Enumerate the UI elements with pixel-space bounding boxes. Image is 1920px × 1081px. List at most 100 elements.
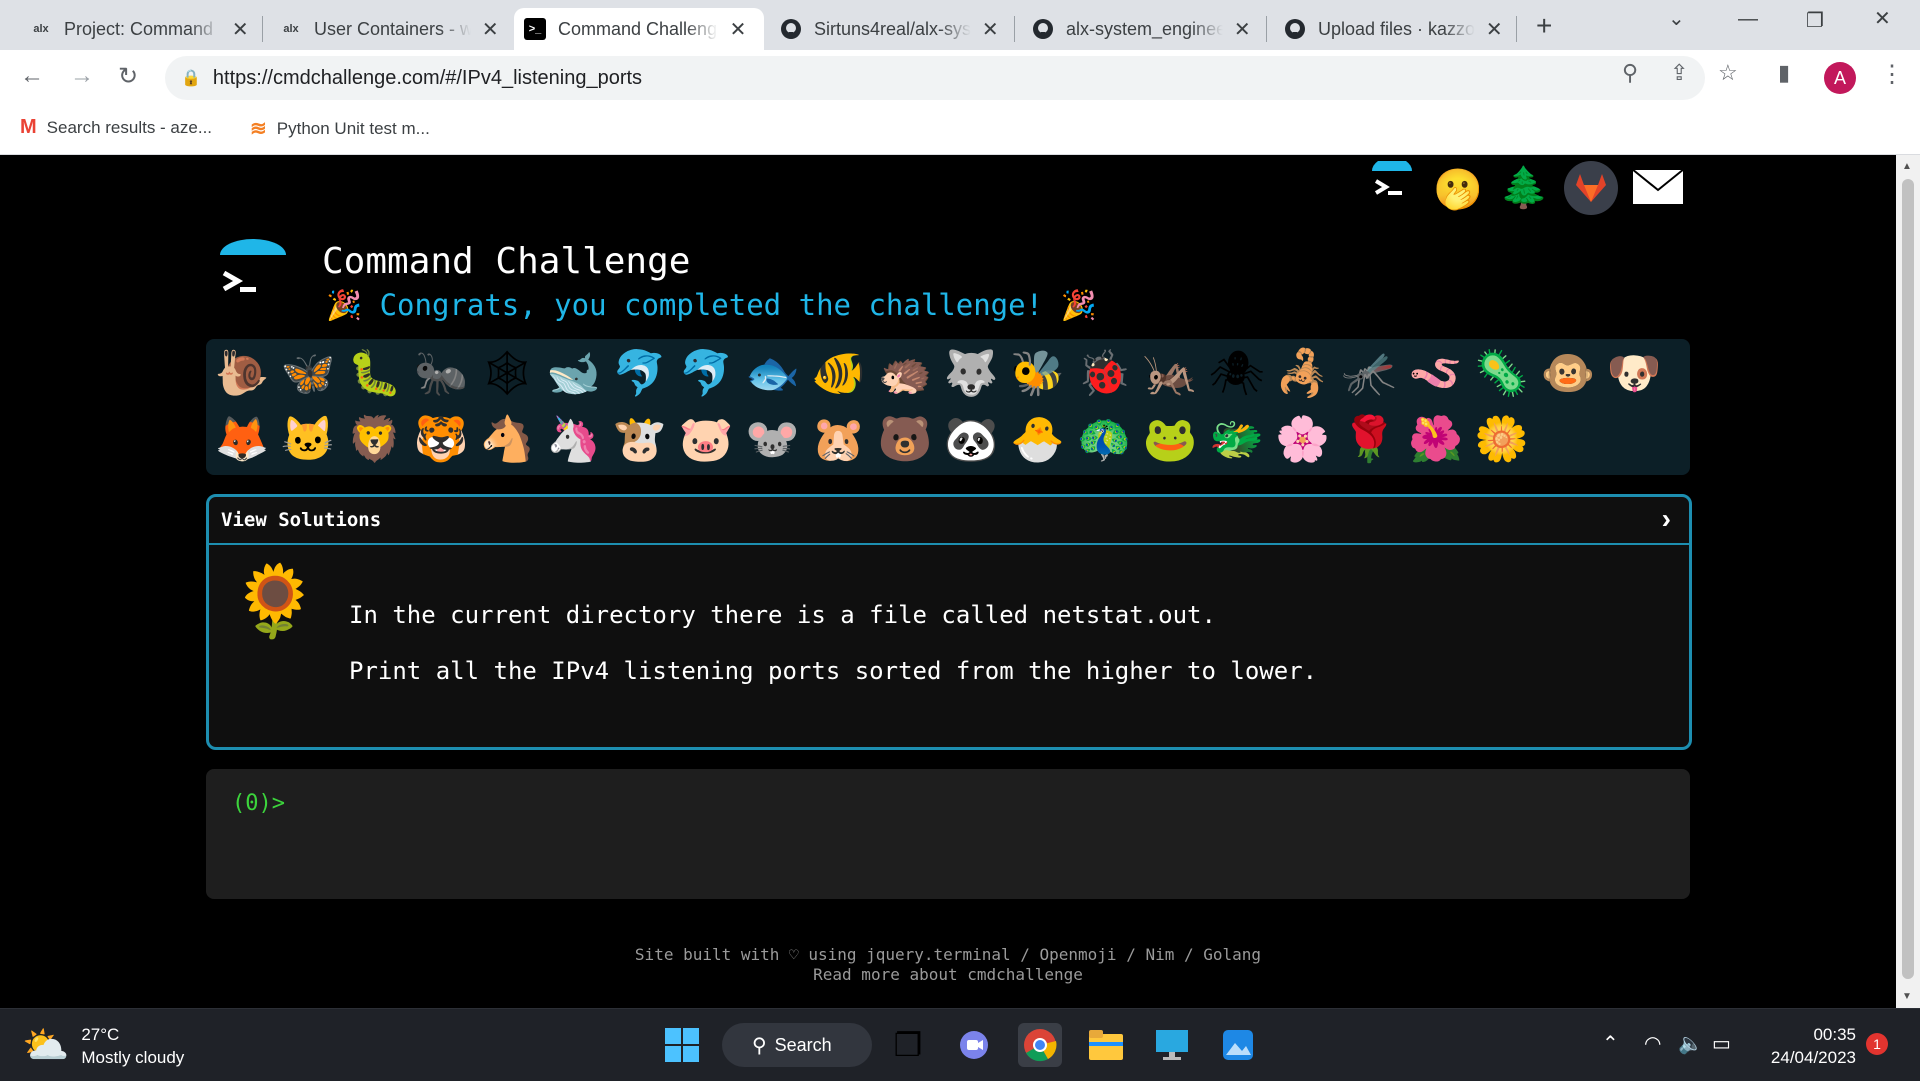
challenge-badge-icon[interactable]: 🦊 xyxy=(214,411,270,467)
challenge-badge-icon[interactable]: 🐝 xyxy=(1010,345,1066,401)
zoom-icon[interactable]: ⚲ xyxy=(1622,60,1638,86)
photos-app-icon[interactable] xyxy=(1216,1023,1260,1067)
file-explorer-icon[interactable] xyxy=(1084,1023,1128,1067)
back-button[interactable]: ← xyxy=(20,62,44,90)
challenge-badge-icon[interactable]: 🐞 xyxy=(1076,345,1132,401)
challenge-badge-icon[interactable]: 🐮 xyxy=(612,411,668,467)
challenge-badge-icon[interactable]: 🐱 xyxy=(280,411,336,467)
scroll-thumb[interactable] xyxy=(1902,179,1914,979)
footer-about-link[interactable]: Read more about cmdchallenge xyxy=(0,965,1896,985)
close-tab-icon[interactable]: ✕ xyxy=(229,17,252,42)
bookmark-search-results[interactable]: M Search results - aze... xyxy=(20,116,212,139)
challenge-badge-icon[interactable]: 🦄 xyxy=(546,411,602,467)
show-hidden-icons-chevron[interactable]: ⌃ xyxy=(1602,1031,1619,1056)
challenge-badge-icon[interactable]: 🐹 xyxy=(811,411,867,467)
bookmark-star-icon[interactable]: ☆ xyxy=(1718,60,1738,86)
challenge-badge-icon[interactable]: 🐠 xyxy=(811,345,867,401)
challenge-badge-icon[interactable]: 🪱 xyxy=(1407,345,1463,401)
gitlab-icon[interactable] xyxy=(1564,161,1618,215)
challenge-badge-icon[interactable]: 🐴 xyxy=(479,411,535,467)
mail-icon[interactable] xyxy=(1630,163,1686,211)
challenge-badge-icon[interactable]: 🌼 xyxy=(1474,411,1530,467)
challenge-badge-icon[interactable]: 🐭 xyxy=(744,411,800,467)
challenge-badge-icon[interactable]: 🐺 xyxy=(943,345,999,401)
forward-button[interactable]: → xyxy=(70,62,94,90)
profile-avatar[interactable]: A xyxy=(1824,62,1856,94)
scroll-down-icon[interactable]: ▼ xyxy=(1902,991,1912,1002)
taskbar-search[interactable]: ⚲ Search xyxy=(722,1023,872,1067)
tab-search-chevron-icon[interactable]: ⌄ xyxy=(1668,6,1685,31)
challenge-badge-icon[interactable]: 🐶 xyxy=(1606,345,1662,401)
url-text[interactable]: https://cmdchallenge.com/#/IPv4_listenin… xyxy=(213,67,642,90)
challenge-badge-icon[interactable]: 🐋 xyxy=(546,345,602,401)
page-scrollbar[interactable]: ▲ ▼ xyxy=(1896,155,1920,1008)
challenge-badge-icon[interactable]: 🦔 xyxy=(877,345,933,401)
close-window-button[interactable]: ✕ xyxy=(1874,6,1891,31)
challenge-badge-icon[interactable]: 🕷 xyxy=(1209,345,1265,401)
tab-project-command[interactable]: alx Project: Command ✕ xyxy=(20,8,252,50)
windows-start-icon[interactable] xyxy=(660,1023,704,1067)
challenge-badge-icon[interactable]: 🌸 xyxy=(1275,411,1331,467)
close-tab-icon[interactable]: ✕ xyxy=(1231,17,1254,42)
terminal-logo-icon[interactable] xyxy=(1368,161,1416,209)
address-bar[interactable]: 🔒 https://cmdchallenge.com/#/IPv4_listen… xyxy=(165,56,1705,100)
task-view-icon[interactable]: ❐ xyxy=(886,1023,930,1067)
challenge-badge-icon[interactable]: 🦗 xyxy=(1142,345,1198,401)
challenge-badge-icon[interactable]: 🌺 xyxy=(1407,411,1463,467)
challenge-badge-icon[interactable]: 🐵 xyxy=(1540,345,1596,401)
challenge-badge-icon[interactable]: 🐣 xyxy=(1010,411,1066,467)
volume-icon[interactable]: 🔈 xyxy=(1678,1031,1703,1056)
close-tab-icon[interactable]: ✕ xyxy=(979,17,1002,42)
challenge-badge-icon[interactable]: 🐷 xyxy=(678,411,734,467)
challenge-badge-icon[interactable]: 🐜 xyxy=(413,345,469,401)
lock-icon[interactable]: 🔒 xyxy=(181,68,201,88)
tab-github-sirtuns[interactable]: Sirtuns4real/alx-sys ✕ xyxy=(770,8,1002,50)
close-tab-icon[interactable]: ✕ xyxy=(726,17,750,42)
terminal-input[interactable]: (0)> xyxy=(206,769,1690,899)
minimize-button[interactable]: — xyxy=(1738,8,1758,31)
footer-credits[interactable]: Site built with ♡ using jquery.terminal … xyxy=(0,945,1896,965)
bookmark-python-unit-test[interactable]: ≋ Python Unit test m... xyxy=(250,116,430,141)
challenge-badge-icon[interactable]: 🦠 xyxy=(1474,345,1530,401)
tab-github-alx[interactable]: alx-system_enginee ✕ xyxy=(1022,8,1254,50)
chevron-right-icon[interactable]: › xyxy=(1662,503,1671,535)
wifi-icon[interactable]: ◠ xyxy=(1644,1031,1661,1056)
challenge-badge-icon[interactable]: 🐬 xyxy=(612,345,668,401)
challenge-badge-icon[interactable]: 🕸 xyxy=(479,345,535,401)
chrome-taskbar-icon[interactable] xyxy=(1018,1023,1062,1067)
challenge-badge-icon[interactable]: 🦂 xyxy=(1275,345,1331,401)
close-tab-icon[interactable]: ✕ xyxy=(1483,17,1506,42)
battery-icon[interactable]: ▭ xyxy=(1712,1031,1731,1056)
teams-chat-icon[interactable] xyxy=(952,1023,996,1067)
challenge-badge-icon[interactable]: 🐸 xyxy=(1142,411,1198,467)
challenge-badge-icon[interactable]: 🦚 xyxy=(1076,411,1132,467)
challenge-badge-icon[interactable]: 🌹 xyxy=(1341,411,1397,467)
challenge-badge-icon[interactable]: 🐬 xyxy=(678,345,734,401)
tab-github-upload[interactable]: Upload files · kazzo ✕ xyxy=(1274,8,1506,50)
challenge-badge-icon[interactable]: 🐼 xyxy=(943,411,999,467)
challenge-badge-icon[interactable]: 🐛 xyxy=(347,345,403,401)
side-panel-icon[interactable]: ▮ xyxy=(1778,60,1790,86)
clock[interactable]: 00:35 24/04/2023 xyxy=(1752,1023,1856,1069)
notification-badge[interactable]: 1 xyxy=(1866,1033,1888,1055)
scroll-up-icon[interactable]: ▲ xyxy=(1902,161,1912,172)
weather-widget[interactable]: ⛅ 27°C Mostly cloudy xyxy=(22,1023,184,1069)
share-icon[interactable]: ⇪ xyxy=(1670,60,1688,86)
view-solutions-toggle[interactable]: View Solutions › xyxy=(209,497,1689,545)
challenge-badge-icon[interactable]: 🦁 xyxy=(347,411,403,467)
challenge-badge-icon[interactable]: 🦋 xyxy=(280,345,336,401)
tab-command-challenge[interactable]: >_ Command Challeng ✕ xyxy=(514,8,764,50)
challenge-badge-icon[interactable]: 🐌 xyxy=(214,345,270,401)
restore-button[interactable]: ❐ xyxy=(1806,8,1824,33)
challenge-badge-icon[interactable]: 🐟 xyxy=(744,345,800,401)
close-tab-icon[interactable]: ✕ xyxy=(479,17,502,42)
hand-over-mouth-icon[interactable]: 🫢 xyxy=(1433,165,1483,213)
menu-kebab-icon[interactable]: ⋮ xyxy=(1880,60,1904,89)
challenge-badge-icon[interactable]: 🦟 xyxy=(1341,345,1397,401)
new-tab-button[interactable]: + xyxy=(1536,10,1552,42)
evergreen-tree-icon[interactable]: 🌲 xyxy=(1499,163,1549,211)
reload-button[interactable]: ↻ xyxy=(118,62,138,91)
challenge-badge-icon[interactable]: 🐻 xyxy=(877,411,933,467)
tab-user-containers[interactable]: alx User Containers - w ✕ xyxy=(270,8,502,50)
remote-desktop-icon[interactable] xyxy=(1150,1023,1194,1067)
